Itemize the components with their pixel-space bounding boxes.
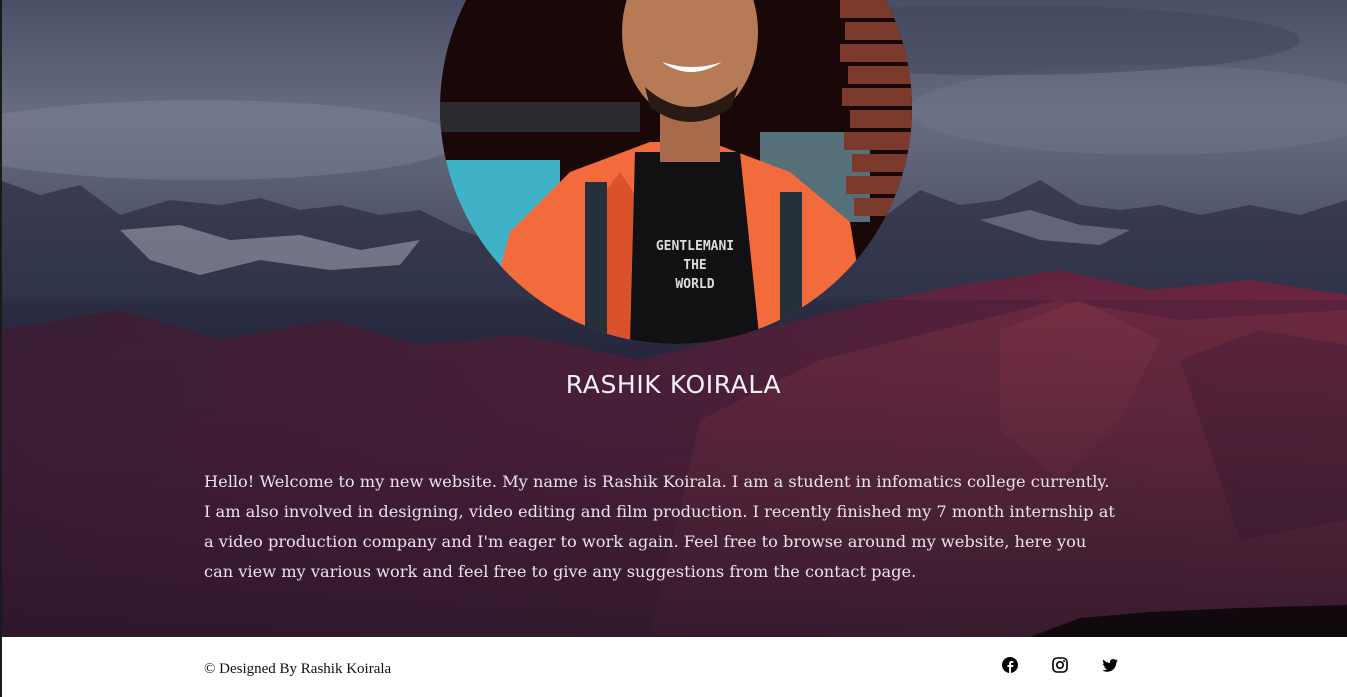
site-footer: © Designed By Rashik Koirala [0, 637, 1347, 697]
shirt-text-line-3: WORLD [675, 277, 714, 292]
profile-name: RASHIK KOIRALA [565, 370, 782, 399]
instagram-link[interactable] [1052, 657, 1068, 673]
page-left-border [0, 0, 2, 697]
shirt-text-line-2: THE [683, 258, 706, 273]
shirt-text-line-1: GENTLEMANI [656, 239, 734, 254]
twitter-icon [1102, 659, 1118, 672]
hero-section: GENTLEMANI THE WORLD RASHIK KOIRALA Hell… [0, 0, 1347, 637]
twitter-link[interactable] [1102, 657, 1118, 673]
social-links [1002, 657, 1118, 673]
instagram-icon [1052, 657, 1068, 673]
facebook-link[interactable] [1002, 657, 1018, 673]
profile-bio: Hello! Welcome to my new website. My nam… [204, 472, 1115, 581]
facebook-icon [1002, 657, 1018, 673]
copyright-text: © Designed By Rashik Koirala [204, 661, 392, 677]
